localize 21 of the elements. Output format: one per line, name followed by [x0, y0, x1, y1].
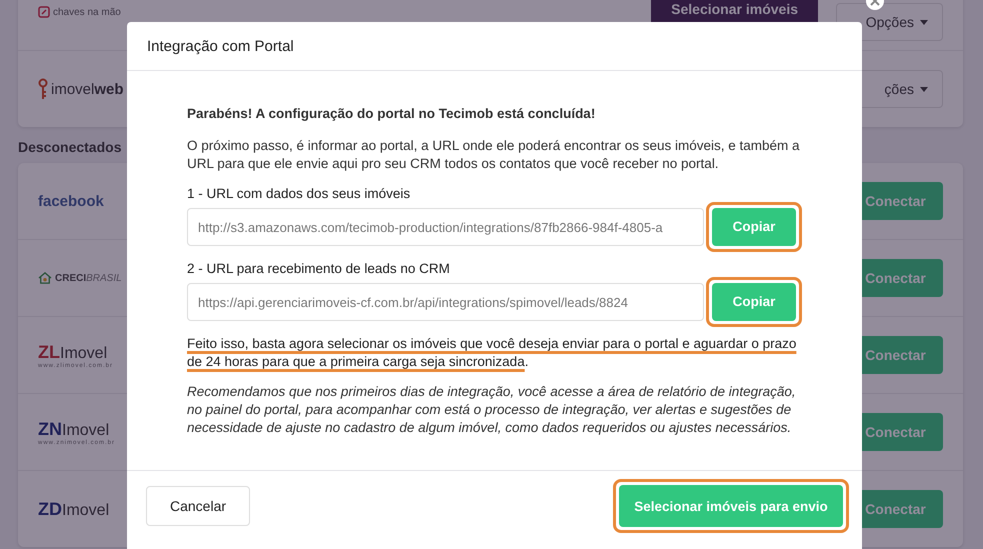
- portal-logo: ZDImovel: [38, 498, 110, 520]
- portal-logo: facebook: [38, 192, 104, 210]
- caret-icon: [920, 86, 928, 92]
- caret-icon: [920, 20, 928, 24]
- success-message: Parabéns! A configuração do portal no Tecimob está concluída!: [187, 105, 596, 123]
- copy-button[interactable]: Copiar: [712, 208, 796, 246]
- recommendation-text: Recomendamos que nos primeiros dias de integração, você acesse a área de relatório de integração, no painel do portal, para acompanhar com está o processo de integração, ver alertas e sugestões de necessidade de ajuste no cadastro de algum imóvel, como dados requeridos ou ajustes necessários.: [187, 383, 797, 437]
- portal-logo: chaves na mão: [38, 6, 121, 18]
- intro-text: O próximo passo, é informar ao portal, a URL onde ele poderá encontrar os seus imóveis, e também a URL para que ele envie aqui pro seu CRM todos os contatos que você receber no portal.: [187, 137, 801, 173]
- confirm-button[interactable]: Selecionar imóveis para envio: [619, 485, 843, 527]
- cancel-button[interactable]: Cancelar: [146, 486, 250, 526]
- section-heading: Desconectados: [18, 139, 122, 157]
- field-label: 1 - URL com dados dos seus imóveis: [187, 185, 412, 203]
- next-step-text: Feito isso, basta agora selecionar os imóveis que você deseja enviar para o portal e aguardar o prazo de 24 horas para que a primeira carga seja sincronizada.: [187, 335, 798, 371]
- dialog-title: Integração com Portal: [147, 38, 294, 54]
- copy-button[interactable]: Copiar: [712, 283, 796, 321]
- field-label: 2 - URL para recebimento de leads no CRM: [187, 260, 451, 278]
- portal-logo: imovelweb: [38, 78, 124, 100]
- portal-logo: CRECIBRASIL: [38, 272, 122, 284]
- url-field[interactable]: https://api.gerenciarimoveis-cf.com.br/api/integrations/spimovel/leads/8824: [187, 283, 704, 321]
- url-field[interactable]: http://s3.amazonaws.com/tecimob-production/integrations/87fb2866-984f-4805-a: [187, 208, 704, 246]
